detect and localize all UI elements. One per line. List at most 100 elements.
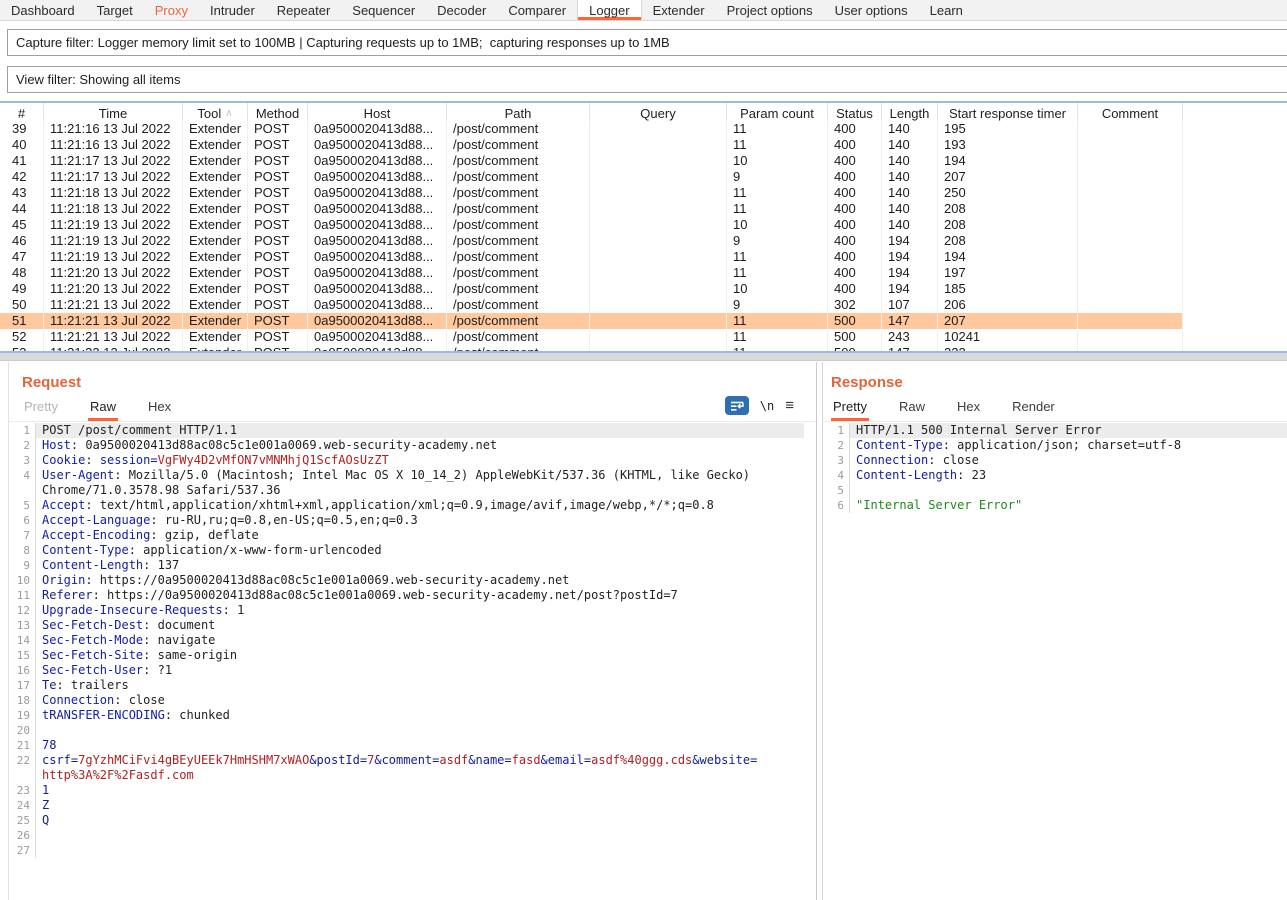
- cell-param-count[interactable]: 11: [727, 313, 828, 329]
- show-newlines-icon[interactable]: \n: [760, 399, 774, 413]
- table-row[interactable]: 4811:21:20 13 Jul 2022ExtenderPOST0a9500…: [0, 265, 1287, 281]
- cell-start-response-timer[interactable]: 208: [938, 217, 1078, 233]
- cell-query[interactable]: [590, 329, 727, 345]
- menu-item-dashboard[interactable]: Dashboard: [0, 0, 86, 20]
- cell-param-count[interactable]: 10: [727, 281, 828, 297]
- cell-param-count[interactable]: 11: [727, 137, 828, 153]
- cell-host[interactable]: 0a9500020413d88...: [308, 297, 447, 313]
- menu-item-target[interactable]: Target: [86, 0, 144, 20]
- cell-num[interactable]: 52: [0, 329, 44, 345]
- cell-num[interactable]: 48: [0, 265, 44, 281]
- cell-length[interactable]: 140: [882, 121, 938, 137]
- cell-host[interactable]: 0a9500020413d88...: [308, 201, 447, 217]
- cell-length[interactable]: 194: [882, 281, 938, 297]
- cell-start-response-timer[interactable]: 194: [938, 153, 1078, 169]
- cell-query[interactable]: [590, 313, 727, 329]
- cell-length[interactable]: 140: [882, 169, 938, 185]
- tab-render[interactable]: Render: [1010, 393, 1057, 421]
- cell-path[interactable]: /post/comment: [447, 249, 590, 265]
- cell-length[interactable]: 194: [882, 233, 938, 249]
- cell-host[interactable]: 0a9500020413d88...: [308, 137, 447, 153]
- table-row[interactable]: 4311:21:18 13 Jul 2022ExtenderPOST0a9500…: [0, 185, 1287, 201]
- cell-start-response-timer[interactable]: 207: [938, 313, 1078, 329]
- cell-time[interactable]: 11:21:20 13 Jul 2022: [44, 281, 183, 297]
- cell-time[interactable]: 11:21:16 13 Jul 2022: [44, 121, 183, 137]
- cell-path[interactable]: /post/comment: [447, 233, 590, 249]
- cell-length[interactable]: 147: [882, 345, 938, 353]
- cell-comment[interactable]: [1078, 153, 1183, 169]
- cell-start-response-timer[interactable]: 195: [938, 121, 1078, 137]
- cell-num[interactable]: 49: [0, 281, 44, 297]
- cell-tool[interactable]: Extender: [183, 201, 248, 217]
- cell-host[interactable]: 0a9500020413d88...: [308, 313, 447, 329]
- cell-host[interactable]: 0a9500020413d88...: [308, 233, 447, 249]
- menu-item-logger[interactable]: Logger: [577, 0, 641, 20]
- tab-hex[interactable]: Hex: [955, 393, 982, 421]
- cell-path[interactable]: /post/comment: [447, 201, 590, 217]
- cell-path[interactable]: /post/comment: [447, 265, 590, 281]
- table-row[interactable]: 4611:21:19 13 Jul 2022ExtenderPOST0a9500…: [0, 233, 1287, 249]
- cell-param-count[interactable]: 11: [727, 185, 828, 201]
- cell-tool[interactable]: Extender: [183, 217, 248, 233]
- cell-path[interactable]: /post/comment: [447, 169, 590, 185]
- cell-status[interactable]: 400: [828, 121, 882, 137]
- cell-start-response-timer[interactable]: 208: [938, 233, 1078, 249]
- cell-num[interactable]: 44: [0, 201, 44, 217]
- cell-query[interactable]: [590, 185, 727, 201]
- cell-time[interactable]: 11:21:17 13 Jul 2022: [44, 169, 183, 185]
- cell-start-response-timer[interactable]: 194: [938, 249, 1078, 265]
- cell-tool[interactable]: Extender: [183, 265, 248, 281]
- table-row[interactable]: 5211:21:21 13 Jul 2022ExtenderPOST0a9500…: [0, 329, 1287, 345]
- cell-comment[interactable]: [1078, 137, 1183, 153]
- table-row[interactable]: 4111:21:17 13 Jul 2022ExtenderPOST0a9500…: [0, 153, 1287, 169]
- cell-start-response-timer[interactable]: 207: [938, 169, 1078, 185]
- cell-path[interactable]: /post/comment: [447, 153, 590, 169]
- table-row[interactable]: 3911:21:16 13 Jul 2022ExtenderPOST0a9500…: [0, 121, 1287, 137]
- cell-method[interactable]: POST: [248, 217, 308, 233]
- cell-param-count[interactable]: 11: [727, 329, 828, 345]
- cell-length[interactable]: 140: [882, 217, 938, 233]
- cell-time[interactable]: 11:21:18 13 Jul 2022: [44, 201, 183, 217]
- cell-method[interactable]: POST: [248, 249, 308, 265]
- cell-query[interactable]: [590, 345, 727, 353]
- menu-item-learn[interactable]: Learn: [919, 0, 974, 20]
- cell-method[interactable]: POST: [248, 201, 308, 217]
- cell-num[interactable]: 51: [0, 313, 44, 329]
- cell-length[interactable]: 140: [882, 201, 938, 217]
- wrap-lines-icon[interactable]: [725, 396, 749, 415]
- cell-tool[interactable]: Extender: [183, 329, 248, 345]
- cell-num[interactable]: 50: [0, 297, 44, 313]
- cell-length[interactable]: 107: [882, 297, 938, 313]
- cell-path[interactable]: /post/comment: [447, 185, 590, 201]
- cell-query[interactable]: [590, 265, 727, 281]
- cell-path[interactable]: /post/comment: [447, 313, 590, 329]
- cell-num[interactable]: 39: [0, 121, 44, 137]
- cell-tool[interactable]: Extender: [183, 153, 248, 169]
- cell-query[interactable]: [590, 249, 727, 265]
- cell-status[interactable]: 400: [828, 217, 882, 233]
- table-row[interactable]: 4211:21:17 13 Jul 2022ExtenderPOST0a9500…: [0, 169, 1287, 185]
- cell-tool[interactable]: Extender: [183, 233, 248, 249]
- cell-query[interactable]: [590, 233, 727, 249]
- cell-host[interactable]: 0a9500020413d88...: [308, 265, 447, 281]
- menu-item-decoder[interactable]: Decoder: [426, 0, 497, 20]
- editor-menu-icon[interactable]: ≡: [785, 398, 794, 413]
- cell-param-count[interactable]: 9: [727, 297, 828, 313]
- cell-status[interactable]: 400: [828, 233, 882, 249]
- cell-num[interactable]: 46: [0, 233, 44, 249]
- cell-method[interactable]: POST: [248, 153, 308, 169]
- cell-time[interactable]: 11:21:16 13 Jul 2022: [44, 137, 183, 153]
- menu-item-comparer[interactable]: Comparer: [497, 0, 577, 20]
- cell-start-response-timer[interactable]: 250: [938, 185, 1078, 201]
- cell-time[interactable]: 11:21:18 13 Jul 2022: [44, 185, 183, 201]
- cell-host[interactable]: 0a9500020413d88...: [308, 249, 447, 265]
- cell-tool[interactable]: Extender: [183, 345, 248, 353]
- cell-param-count[interactable]: 11: [727, 345, 828, 353]
- cell-num[interactable]: 53: [0, 345, 44, 353]
- cell-time[interactable]: 11:21:21 13 Jul 2022: [44, 313, 183, 329]
- table-row[interactable]: 4911:21:20 13 Jul 2022ExtenderPOST0a9500…: [0, 281, 1287, 297]
- cell-path[interactable]: /post/comment: [447, 297, 590, 313]
- cell-path[interactable]: /post/comment: [447, 217, 590, 233]
- tab-hex[interactable]: Hex: [146, 393, 173, 421]
- cell-comment[interactable]: [1078, 201, 1183, 217]
